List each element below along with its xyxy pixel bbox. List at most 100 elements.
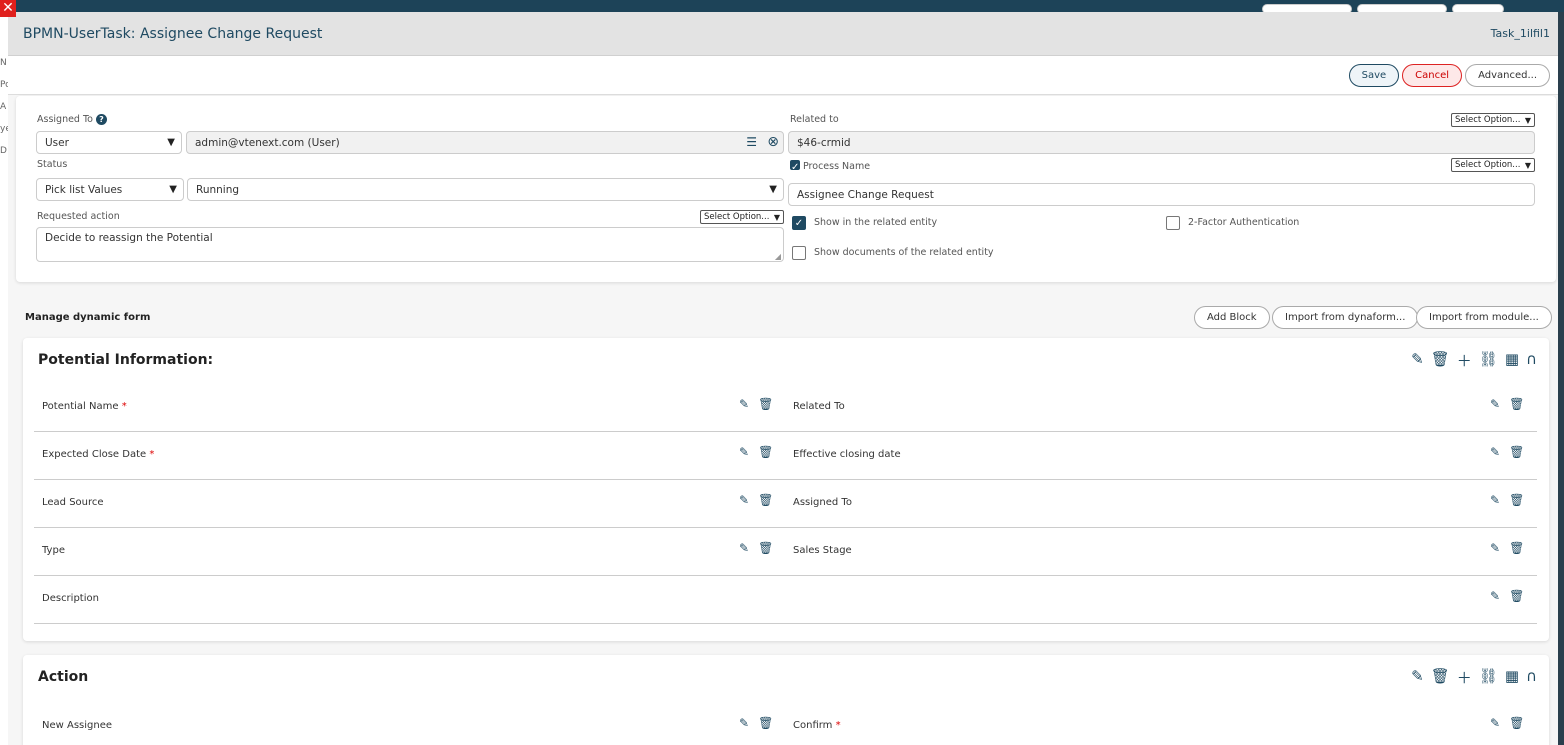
process-name-label: Process Name	[803, 161, 871, 172]
trash-icon[interactable]: 🗑	[1431, 667, 1450, 688]
edit-icon[interactable]: ✎	[1411, 350, 1424, 371]
trash-icon[interactable]: 🗑	[758, 716, 773, 730]
table-icon[interactable]: ▦	[1505, 350, 1519, 371]
trash-icon[interactable]: 🗑	[1509, 589, 1524, 603]
help-icon[interactable]: ?	[95, 114, 107, 125]
field-actions: ✎ 🗑	[1490, 397, 1524, 411]
edit-icon[interactable]: ✎	[1490, 445, 1500, 459]
background-text: ye	[0, 124, 8, 134]
status-type-select[interactable]: Pick list Values ▼	[36, 178, 184, 201]
trash-icon[interactable]: 🗑	[1509, 445, 1524, 459]
chevron-down-icon: ▼	[773, 212, 780, 222]
block-title: Potential Information:	[38, 352, 214, 368]
field-actions: ✎ 🗑	[739, 716, 773, 730]
field-actions: ✎ 🗑	[1490, 589, 1524, 603]
requested-action-textarea[interactable]: Decide to reassign the Potential ◢	[36, 227, 784, 262]
field-label: New Assignee	[42, 720, 113, 731]
trash-icon[interactable]: 🗑	[758, 445, 773, 459]
show-documents-label: Show documents of the related entity	[814, 247, 994, 258]
field-actions: ✎ 🗑	[739, 397, 773, 411]
add-block-button[interactable]: Add Block	[1194, 306, 1270, 329]
close-modal-icon[interactable]: ✕	[0, 0, 16, 17]
magnet-icon[interactable]: ∩	[1526, 667, 1537, 688]
edit-icon[interactable]: ✎	[739, 445, 749, 459]
field-actions: ✎ 🗑	[1490, 493, 1524, 507]
block-tools: ✎ 🗑 ＋ ⛓ ▦ ∩	[1411, 350, 1537, 371]
process-name-field[interactable]: Assignee Change Request	[788, 183, 1535, 206]
form-row: Lead Source ✎ 🗑 Assigned To ✎ 🗑	[34, 480, 1537, 528]
import-module-button[interactable]: Import from module...	[1416, 306, 1552, 329]
trash-icon[interactable]: 🗑	[758, 493, 773, 507]
link-icon[interactable]: ⛓	[1479, 667, 1498, 688]
process-name-checkbox[interactable]: ✓	[790, 160, 800, 173]
link-icon[interactable]: ⛓	[1479, 350, 1498, 371]
chevron-down-icon: ▼	[169, 184, 177, 195]
save-button[interactable]: Save	[1348, 63, 1400, 87]
edit-icon[interactable]: ✎	[1490, 589, 1500, 603]
edit-icon[interactable]: ✎	[739, 541, 749, 555]
cancel-button[interactable]: Cancel	[1402, 63, 1463, 87]
edit-icon[interactable]: ✎	[739, 716, 749, 730]
trash-icon[interactable]: 🗑	[758, 541, 773, 555]
status-type-value: Pick list Values	[45, 183, 123, 196]
show-documents-checkbox[interactable]	[792, 246, 806, 260]
status-select[interactable]: Running ▼	[187, 178, 784, 201]
requested-action-option-select[interactable]: Select Option... ▼	[700, 210, 784, 224]
two-factor-checkbox[interactable]	[1166, 216, 1180, 230]
show-related-checkbox[interactable]: ✓	[792, 216, 806, 230]
field-actions: ✎ 🗑	[1490, 541, 1524, 555]
edit-icon[interactable]: ✎	[1490, 541, 1500, 555]
form-row: Type ✎ 🗑 Sales Stage ✎ 🗑	[34, 528, 1537, 576]
process-name-value: Assignee Change Request	[797, 188, 934, 201]
edit-icon[interactable]: ✎	[1490, 716, 1500, 730]
assigned-type-value: User	[45, 136, 69, 149]
background-app-sidebar: N Po A ye D	[0, 12, 8, 745]
trash-icon[interactable]: 🗑	[1509, 716, 1524, 730]
field-label: Lead Source	[42, 497, 104, 508]
trash-icon[interactable]: 🗑	[1431, 350, 1450, 371]
field-label: Related To	[793, 401, 845, 412]
form-row: Potential Name * ✎ 🗑 Related To ✎ 🗑	[34, 384, 1537, 432]
magnet-icon[interactable]: ∩	[1526, 350, 1537, 371]
related-to-option-select[interactable]: Select Option... ▼	[1451, 113, 1535, 127]
import-dynaform-button[interactable]: Import from dynaform...	[1272, 306, 1419, 329]
list-icon[interactable]: ☰	[746, 135, 757, 149]
two-factor-label: 2-Factor Authentication	[1188, 217, 1300, 228]
status-label: Status	[37, 159, 68, 170]
form-block-potential: Potential Information: ✎ 🗑 ＋ ⛓ ▦ ∩ Poten…	[23, 338, 1549, 641]
trash-icon[interactable]: 🗑	[1509, 397, 1524, 411]
edit-icon[interactable]: ✎	[739, 493, 749, 507]
field-actions: ✎ 🗑	[1490, 716, 1524, 730]
table-icon[interactable]: ▦	[1505, 667, 1519, 688]
edit-icon[interactable]: ✎	[1490, 397, 1500, 411]
advanced-button[interactable]: Advanced...	[1465, 63, 1550, 87]
process-name-option-value: Select Option...	[1455, 160, 1521, 170]
background-text: D	[0, 146, 7, 156]
trash-icon[interactable]: 🗑	[1509, 493, 1524, 507]
edit-icon[interactable]: ✎	[1490, 493, 1500, 507]
show-related-label: Show in the related entity	[814, 217, 938, 228]
plus-icon[interactable]: ＋	[1457, 667, 1472, 688]
field-label: Potential Name *	[42, 401, 127, 412]
process-name-option-select[interactable]: Select Option... ▼	[1451, 158, 1535, 172]
assigned-user-field[interactable]: admin@vtenext.com (User) ☰ ⊗	[186, 131, 784, 154]
edit-icon[interactable]: ✎	[1411, 667, 1424, 688]
background-text: A	[0, 102, 7, 112]
related-to-option-value: Select Option...	[1455, 115, 1521, 125]
background-text: Po	[0, 80, 8, 90]
plus-icon[interactable]: ＋	[1457, 350, 1472, 371]
clear-icon[interactable]: ⊗	[767, 134, 779, 150]
chevron-down-icon: ▼	[167, 137, 175, 148]
task-modal: BPMN-UserTask: Assignee Change Request T…	[8, 12, 1558, 745]
field-label: Description	[42, 593, 99, 604]
related-to-field[interactable]: $46-crmid	[788, 131, 1535, 154]
form-block-action: Action ✎ 🗑 ＋ ⛓ ▦ ∩ New Assignee ✎ 🗑 Confi…	[23, 655, 1549, 745]
requested-action-value: Decide to reassign the Potential	[45, 232, 213, 244]
status-value: Running	[196, 183, 240, 196]
edit-icon[interactable]: ✎	[739, 397, 749, 411]
assigned-type-select[interactable]: User ▼	[36, 131, 182, 154]
resize-handle-icon[interactable]: ◢	[775, 252, 781, 261]
trash-icon[interactable]: 🗑	[758, 397, 773, 411]
trash-icon[interactable]: 🗑	[1509, 541, 1524, 555]
field-actions: ✎ 🗑	[1490, 445, 1524, 459]
